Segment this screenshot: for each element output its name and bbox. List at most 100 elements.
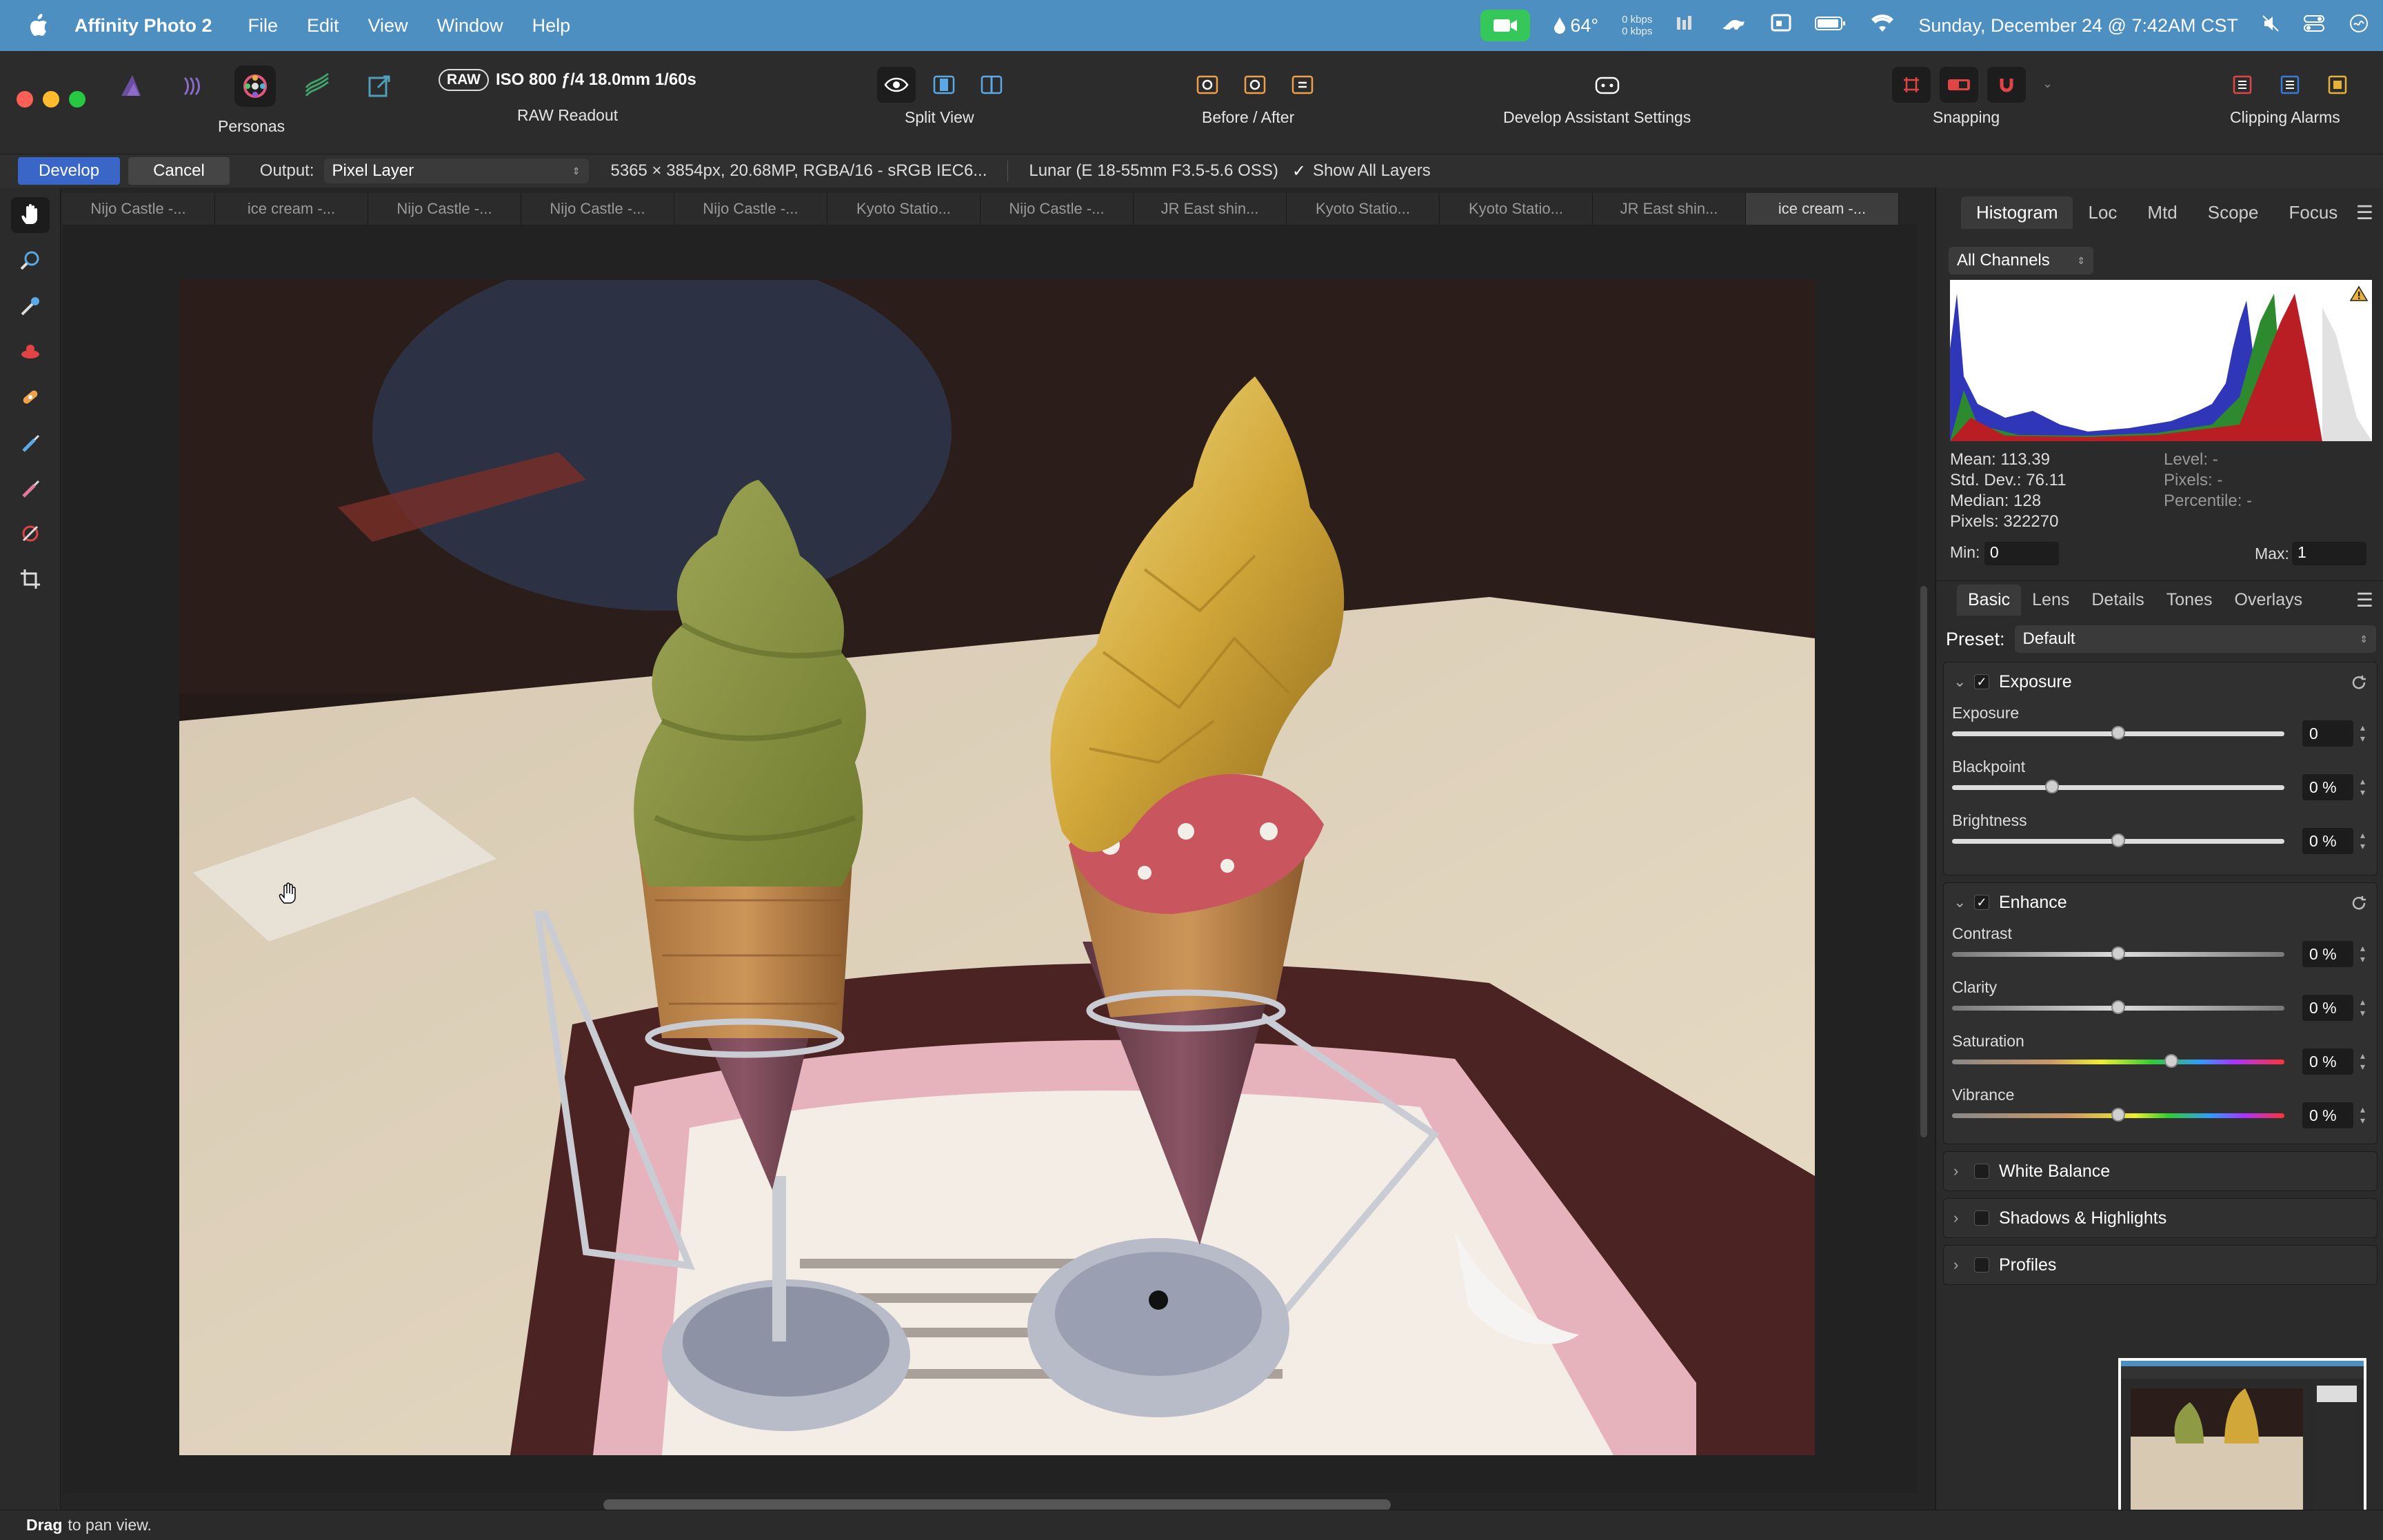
tone-mapping-persona-icon[interactable]	[296, 65, 338, 107]
split-view-icon[interactable]	[925, 67, 963, 103]
document-tab[interactable]: Kyoto Statio...	[1440, 193, 1593, 225]
tab-basic[interactable]: Basic	[1957, 585, 2022, 616]
tab-scope[interactable]: Scope	[2193, 196, 2274, 229]
photo-persona-icon[interactable]	[110, 65, 152, 107]
slider-thumb[interactable]	[2111, 946, 2125, 960]
contrast-value[interactable]: 0 %	[2302, 941, 2353, 967]
document-tab[interactable]: Nijo Castle -...	[368, 193, 521, 225]
siri-icon[interactable]	[2349, 13, 2369, 39]
close-window-button[interactable]	[17, 91, 33, 108]
apple-icon[interactable]	[26, 13, 51, 38]
white-balance-tool-icon[interactable]	[11, 288, 50, 324]
weather-widget[interactable]: 64°	[1554, 15, 1598, 37]
slider-thumb[interactable]	[2111, 833, 2125, 847]
view-tool-hand-icon[interactable]	[10, 197, 50, 233]
max-field[interactable]: 1	[2292, 542, 2366, 565]
horizontal-scrollbar[interactable]	[603, 1499, 1391, 1510]
blackpoint-value[interactable]: 0 %	[2302, 774, 2353, 800]
tab-tones[interactable]: Tones	[2155, 585, 2224, 616]
tab-mtd[interactable]: Mtd	[2132, 196, 2192, 229]
menu-view[interactable]: View	[368, 15, 408, 37]
document-tab[interactable]: Nijo Castle -...	[674, 193, 827, 225]
develop-menu-icon[interactable]: ☰	[2356, 589, 2373, 611]
snap-toggle-icon[interactable]	[1940, 67, 1978, 103]
exposure-value[interactable]: 0	[2302, 720, 2353, 747]
slider-thumb[interactable]	[2164, 1054, 2179, 1068]
chevron-right-icon[interactable]: ›	[1953, 1209, 1974, 1227]
white-balance-section[interactable]: › White Balance	[1943, 1151, 2377, 1191]
camera-in-use-icon[interactable]	[1480, 10, 1531, 41]
document-tab[interactable]: Nijo Castle -...	[62, 193, 215, 225]
tab-histogram[interactable]: Histogram	[1961, 196, 2073, 229]
slider-thumb[interactable]	[2111, 1108, 2125, 1122]
slider-thumb[interactable]	[2111, 726, 2125, 740]
menu-help[interactable]: Help	[532, 15, 571, 37]
stepper-icon[interactable]: ▴ ▾	[2360, 996, 2365, 1018]
output-select[interactable]: Pixel Layer ⇕	[323, 159, 589, 183]
exposure-checkbox[interactable]: ✓	[1974, 674, 1989, 689]
tab-details[interactable]: Details	[2080, 585, 2155, 616]
photo-ice-cream[interactable]	[179, 280, 1815, 1455]
overlay-erase-tool-icon[interactable]	[11, 470, 50, 506]
saturation-value[interactable]: 0 %	[2302, 1048, 2353, 1075]
tab-loc[interactable]: Loc	[2073, 196, 2132, 229]
exposure-header[interactable]: ⌄ ✓ Exposure	[1944, 662, 2377, 701]
menu-edit[interactable]: Edit	[307, 15, 339, 37]
snap-magnet-icon[interactable]	[1987, 67, 2026, 103]
white-balance-checkbox[interactable]	[1974, 1164, 1989, 1179]
shadows-highlights-checkbox[interactable]	[1974, 1210, 1989, 1226]
reset-icon[interactable]	[2351, 673, 2369, 691]
stepper-icon[interactable]: ▴ ▾	[2360, 722, 2365, 744]
stepper-icon[interactable]: ▴ ▾	[2360, 1104, 2365, 1126]
screenshot-thumbnail[interactable]	[2118, 1358, 2366, 1523]
chevron-down-icon[interactable]: ⌄	[1953, 893, 1974, 911]
chevron-down-icon[interactable]: ⌄	[1953, 673, 1974, 691]
menu-window[interactable]: Window	[437, 15, 503, 37]
eye-icon[interactable]	[877, 67, 916, 103]
wifi-icon[interactable]	[1870, 14, 1895, 38]
cat-icon[interactable]	[1720, 13, 1747, 39]
stats-icon[interactable]	[1676, 14, 1696, 37]
tab-overlays[interactable]: Overlays	[2224, 585, 2314, 616]
shadows-highlights-section[interactable]: › Shadows & Highlights	[1943, 1198, 2377, 1238]
document-tab[interactable]: Kyoto Statio...	[1287, 193, 1440, 225]
minimize-window-button[interactable]	[43, 91, 59, 108]
document-tab[interactable]: ice cream -...	[215, 193, 368, 225]
swap-before-after-icon[interactable]	[1283, 67, 1322, 103]
blackpoint-slider[interactable]	[1952, 785, 2284, 790]
canvas-area[interactable]	[62, 225, 1917, 1493]
document-tab[interactable]: Nijo Castle -...	[521, 193, 674, 225]
document-tab-active[interactable]: ice cream -...	[1746, 193, 1899, 225]
develop-persona-icon[interactable]	[234, 65, 276, 107]
cancel-button[interactable]: Cancel	[128, 157, 230, 185]
develop-button[interactable]: Develop	[18, 157, 121, 185]
stepper-icon[interactable]: ▴ ▾	[2360, 829, 2365, 851]
mirrored-split-icon[interactable]	[972, 67, 1011, 103]
red-eye-tool-icon[interactable]	[11, 334, 50, 369]
tab-focus[interactable]: Focus	[2273, 196, 2353, 229]
menu-file[interactable]: File	[248, 15, 278, 37]
clip-shadows-icon[interactable]	[2271, 67, 2309, 103]
stepper-icon[interactable]: ▴ ▾	[2360, 776, 2365, 798]
document-tab[interactable]: JR East shin...	[1593, 193, 1746, 225]
mute-icon[interactable]	[2262, 14, 2280, 37]
profiles-section[interactable]: › Profiles	[1943, 1245, 2377, 1285]
clip-tones-icon[interactable]	[2318, 67, 2357, 103]
document-tab[interactable]: Kyoto Statio...	[827, 193, 981, 225]
export-persona-icon[interactable]	[359, 65, 400, 107]
enhance-checkbox[interactable]: ✓	[1974, 895, 1989, 910]
assistant-robot-icon[interactable]	[1588, 67, 1627, 103]
battery-icon[interactable]	[1815, 15, 1847, 37]
blemish-removal-tool-icon[interactable]	[11, 379, 50, 415]
channel-select[interactable]: All Channels ⇕	[1949, 247, 2093, 274]
before-icon[interactable]	[1188, 67, 1227, 103]
control-center-icon[interactable]	[2303, 14, 2325, 38]
slider-thumb[interactable]	[2111, 1000, 2125, 1014]
zoom-window-button[interactable]	[69, 91, 86, 108]
after-icon[interactable]	[1236, 67, 1274, 103]
snapping-dropdown-chevron[interactable]: ⌄	[2042, 77, 2053, 91]
liquify-persona-icon[interactable]	[172, 65, 214, 107]
clarity-value[interactable]: 0 %	[2302, 995, 2353, 1021]
overlay-paint-tool-icon[interactable]	[11, 425, 50, 460]
brightness-value[interactable]: 0 %	[2302, 828, 2353, 854]
